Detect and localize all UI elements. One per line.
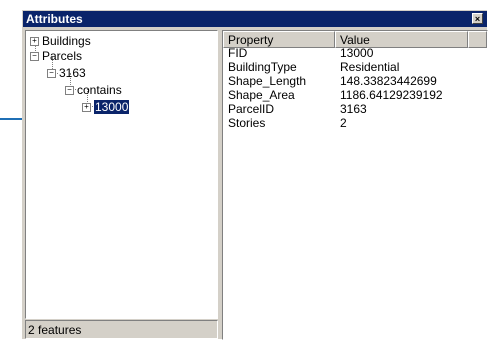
selected-feature-label: 13000 (94, 100, 130, 114)
tree-item-label: contains (77, 83, 122, 97)
tree-item-relation[interactable]: − contains (65, 83, 122, 97)
close-button[interactable]: × (472, 13, 483, 24)
collapse-icon[interactable]: − (65, 86, 74, 96)
tree-item-buildings[interactable]: + Buildings (30, 34, 91, 48)
tree-item-parcel-id[interactable]: −3163 (47, 66, 86, 80)
property-value: 2 (340, 116, 347, 130)
expand-icon[interactable]: + (82, 103, 91, 113)
property-name: Stories (228, 116, 266, 130)
property-name: Shape_Area (228, 88, 295, 102)
feature-tree[interactable]: + Buildings − Parcels −3163 − contains +130… (25, 30, 218, 319)
property-name: BuildingType (228, 60, 297, 74)
property-value: 3163 (340, 102, 367, 116)
close-icon: × (474, 14, 481, 24)
property-name: ParcelID (228, 102, 275, 116)
property-table[interactable]: Property Value FID 13000 BuildingType Re… (222, 30, 488, 340)
column-header-label: Value (340, 33, 370, 47)
collapse-icon[interactable]: − (30, 52, 39, 62)
window-title: Attributes (26, 12, 83, 26)
tree-item-label: Buildings (42, 34, 91, 48)
property-value: Residential (340, 60, 400, 74)
status-bar: 2 features (25, 320, 218, 339)
property-value: 1186.64129239192 (340, 88, 443, 102)
title-bar: Attributes × (23, 11, 487, 27)
property-name: Shape_Length (228, 74, 307, 88)
attributes-window: Attributes × + Buildings − Parcels −3163 −… (22, 10, 488, 340)
tree-item-label: Parcels (42, 49, 83, 63)
property-name: FID (228, 46, 248, 60)
tree-item-selected-feature[interactable]: +13000 (82, 100, 130, 114)
column-header-label: Property (228, 33, 274, 47)
property-value: 148.33823442699 (340, 74, 437, 88)
feature-count: 2 features (28, 323, 82, 337)
column-header-filler (468, 31, 487, 48)
tree-item-parcels[interactable]: − Parcels (30, 49, 82, 63)
collapse-icon[interactable]: − (47, 69, 56, 79)
tree-item-label: 3163 (59, 66, 86, 80)
property-value: 13000 (340, 46, 374, 60)
expand-icon[interactable]: + (30, 37, 39, 47)
